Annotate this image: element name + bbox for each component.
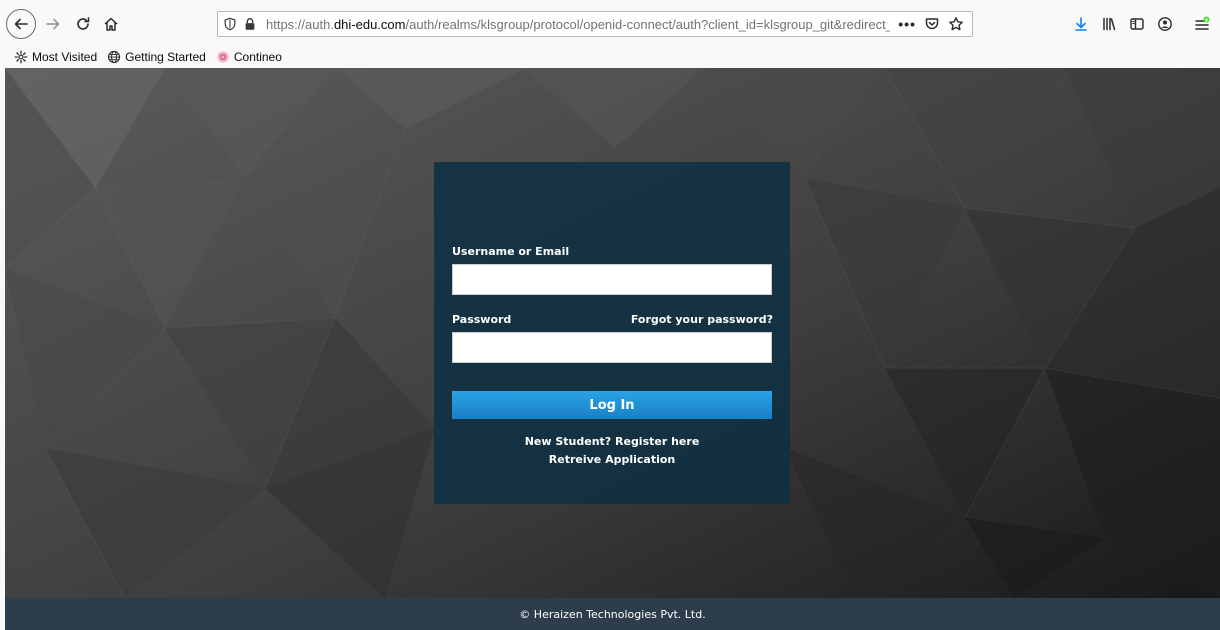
- downloads-button[interactable]: [1069, 12, 1093, 36]
- url-host: dhi-edu.com: [333, 16, 406, 32]
- bookmark-label: Contineo: [233, 50, 282, 64]
- hamburger-menu-icon: [1195, 16, 1210, 30]
- username-label: Username or Email: [452, 245, 570, 258]
- password-input[interactable]: [452, 332, 772, 363]
- sidebar-icon: [1130, 18, 1144, 30]
- register-link[interactable]: New Student? Register here: [434, 435, 790, 448]
- bookmark-most-visited[interactable]: Most Visited: [14, 50, 97, 64]
- account-icon: [1158, 17, 1172, 31]
- forward-button[interactable]: [40, 11, 66, 37]
- account-button[interactable]: [1153, 12, 1177, 36]
- home-icon: [104, 17, 118, 31]
- login-page: Username or Email Password Forgot your p…: [5, 68, 1220, 630]
- menu-button[interactable]: [1190, 12, 1214, 36]
- arrow-right-icon: [46, 18, 60, 30]
- browser-toolbar: https://auth.dhi-edu.com/auth/realms/kls…: [0, 0, 1220, 46]
- lock-icon[interactable]: [240, 12, 260, 36]
- bookmark-contineo[interactable]: Contineo: [216, 50, 282, 64]
- login-button[interactable]: Log In: [452, 391, 772, 419]
- forgot-password-link[interactable]: Forgot your password?: [631, 313, 773, 326]
- library-icon: [1103, 17, 1116, 31]
- home-button[interactable]: [98, 11, 124, 37]
- library-button[interactable]: [1097, 12, 1121, 36]
- back-button[interactable]: [6, 9, 36, 39]
- page-actions-more-button[interactable]: •••: [898, 16, 916, 32]
- pocket-icon[interactable]: [924, 16, 940, 32]
- bookmark-getting-started[interactable]: Getting Started: [107, 50, 206, 64]
- bookmark-label: Most Visited: [32, 50, 98, 64]
- bookmark-star-icon[interactable]: [948, 16, 964, 32]
- url-scheme: https://auth.: [266, 16, 334, 32]
- page-footer: © Heraizen Technologies Pvt. Ltd.: [5, 598, 1220, 630]
- login-card: Username or Email Password Forgot your p…: [434, 162, 790, 504]
- password-label: Password: [452, 313, 512, 326]
- gear-icon: [14, 50, 28, 64]
- tracking-shield-icon[interactable]: [220, 12, 240, 36]
- copyright-text: © Heraizen Technologies Pvt. Ltd.: [519, 607, 706, 621]
- favicon-icon: [217, 51, 229, 63]
- bookmark-label: Getting Started: [125, 50, 206, 64]
- url-actions: •••: [890, 16, 972, 32]
- retrieve-application-link[interactable]: Retreive Application: [434, 453, 790, 466]
- arrow-left-icon: [14, 18, 28, 30]
- username-input[interactable]: [452, 264, 772, 295]
- url-path: /auth/realms/klsgroup/protocol/openid-co…: [405, 16, 891, 32]
- url-bar[interactable]: https://auth.dhi-edu.com/auth/realms/kls…: [217, 11, 973, 37]
- bookmarks-bar: Most Visited Getting Started Contineo: [0, 46, 1220, 68]
- sidebar-button[interactable]: [1125, 12, 1149, 36]
- url-text[interactable]: https://auth.dhi-edu.com/auth/realms/kls…: [260, 17, 890, 32]
- globe-icon: [108, 50, 121, 64]
- reload-icon: [77, 17, 90, 30]
- download-icon: [1075, 17, 1087, 31]
- reload-button[interactable]: [70, 11, 96, 37]
